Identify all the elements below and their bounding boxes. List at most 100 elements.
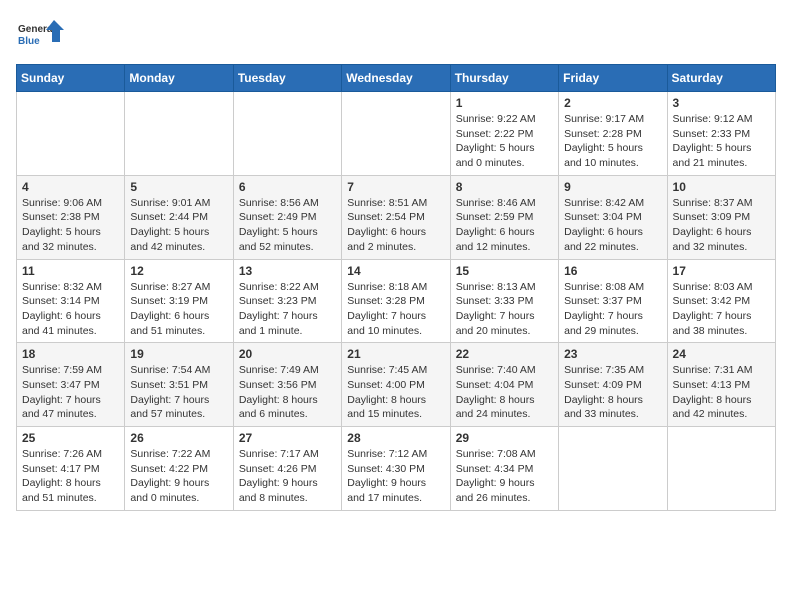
- calendar-cell: 9 Sunrise: 8:42 AMSunset: 3:04 PMDaylight…: [559, 175, 667, 259]
- svg-text:Blue: Blue: [18, 36, 40, 47]
- day-info: Sunrise: 8:08 AMSunset: 3:37 PMDaylight:…: [564, 280, 661, 339]
- day-number: 21: [347, 347, 444, 361]
- day-number: 28: [347, 431, 444, 445]
- calendar-cell: 11Sunrise: 8:32 AMSunset: 3:14 PMDayligh…: [17, 259, 125, 343]
- calendar-cell: [125, 92, 233, 176]
- week-row-1: 1 Sunrise: 9:22 AMSunset: 2:22 PMDaylight…: [17, 92, 776, 176]
- calendar-cell: 22 Sunrise: 7:40 AMSunset: 4:04 PMDayligh…: [450, 343, 558, 427]
- calendar-cell: 27 Sunrise: 7:17 AMSunset: 4:26 PMDayligh…: [233, 427, 341, 511]
- day-info: Sunrise: 9:06 AMSunset: 2:38 PMDaylight:…: [22, 196, 119, 255]
- calendar: SundayMondayTuesdayWednesdayThursdayFrid…: [16, 64, 776, 511]
- calendar-cell: 6Sunrise: 8:56 AMSunset: 2:49 PMDaylight…: [233, 175, 341, 259]
- col-thursday: Thursday: [450, 65, 558, 92]
- day-info: Sunrise: 7:08 AMSunset: 4:34 PMDaylight:…: [456, 447, 553, 506]
- day-number: 19: [130, 347, 227, 361]
- day-number: 25: [22, 431, 119, 445]
- logo-svg: General Blue: [16, 16, 66, 56]
- calendar-cell: 5 Sunrise: 9:01 AMSunset: 2:44 PMDaylight…: [125, 175, 233, 259]
- week-row-2: 4 Sunrise: 9:06 AMSunset: 2:38 PMDaylight…: [17, 175, 776, 259]
- calendar-cell: 8 Sunrise: 8:46 AMSunset: 2:59 PMDaylight…: [450, 175, 558, 259]
- day-info: Sunrise: 7:35 AMSunset: 4:09 PMDaylight:…: [564, 363, 661, 422]
- day-number: 26: [130, 431, 227, 445]
- calendar-cell: 7 Sunrise: 8:51 AMSunset: 2:54 PMDaylight…: [342, 175, 450, 259]
- day-number: 3: [673, 96, 770, 110]
- day-number: 6: [239, 180, 336, 194]
- calendar-cell: [559, 427, 667, 511]
- day-info: Sunrise: 7:22 AMSunset: 4:22 PMDaylight:…: [130, 447, 227, 506]
- day-number: 5: [130, 180, 227, 194]
- day-info: Sunrise: 7:12 AMSunset: 4:30 PMDaylight:…: [347, 447, 444, 506]
- calendar-cell: [667, 427, 775, 511]
- day-info: Sunrise: 8:18 AMSunset: 3:28 PMDaylight:…: [347, 280, 444, 339]
- day-number: 18: [22, 347, 119, 361]
- week-row-5: 25Sunrise: 7:26 AMSunset: 4:17 PMDayligh…: [17, 427, 776, 511]
- calendar-cell: [233, 92, 341, 176]
- calendar-cell: 23 Sunrise: 7:35 AMSunset: 4:09 PMDayligh…: [559, 343, 667, 427]
- col-tuesday: Tuesday: [233, 65, 341, 92]
- day-info: Sunrise: 7:59 AMSunset: 3:47 PMDaylight:…: [22, 363, 119, 422]
- calendar-cell: 15 Sunrise: 8:13 AMSunset: 3:33 PMDayligh…: [450, 259, 558, 343]
- calendar-cell: 25Sunrise: 7:26 AMSunset: 4:17 PMDayligh…: [17, 427, 125, 511]
- day-number: 23: [564, 347, 661, 361]
- day-number: 9: [564, 180, 661, 194]
- calendar-cell: 3 Sunrise: 9:12 AMSunset: 2:33 PMDaylight…: [667, 92, 775, 176]
- week-row-3: 11Sunrise: 8:32 AMSunset: 3:14 PMDayligh…: [17, 259, 776, 343]
- col-saturday: Saturday: [667, 65, 775, 92]
- day-info: Sunrise: 9:12 AMSunset: 2:33 PMDaylight:…: [673, 112, 770, 171]
- day-number: 29: [456, 431, 553, 445]
- calendar-cell: 24Sunrise: 7:31 AMSunset: 4:13 PMDayligh…: [667, 343, 775, 427]
- col-monday: Monday: [125, 65, 233, 92]
- calendar-cell: 2Sunrise: 9:17 AMSunset: 2:28 PMDaylight…: [559, 92, 667, 176]
- day-info: Sunrise: 8:03 AMSunset: 3:42 PMDaylight:…: [673, 280, 770, 339]
- logo: General Blue: [16, 16, 66, 56]
- day-info: Sunrise: 8:51 AMSunset: 2:54 PMDaylight:…: [347, 196, 444, 255]
- calendar-cell: 18 Sunrise: 7:59 AMSunset: 3:47 PMDayligh…: [17, 343, 125, 427]
- header: General Blue: [16, 16, 776, 56]
- calendar-cell: 12Sunrise: 8:27 AMSunset: 3:19 PMDayligh…: [125, 259, 233, 343]
- day-info: Sunrise: 9:01 AMSunset: 2:44 PMDaylight:…: [130, 196, 227, 255]
- day-info: Sunrise: 8:32 AMSunset: 3:14 PMDaylight:…: [22, 280, 119, 339]
- day-info: Sunrise: 8:13 AMSunset: 3:33 PMDaylight:…: [456, 280, 553, 339]
- day-info: Sunrise: 8:46 AMSunset: 2:59 PMDaylight:…: [456, 196, 553, 255]
- day-number: 16: [564, 264, 661, 278]
- day-number: 4: [22, 180, 119, 194]
- calendar-cell: 14Sunrise: 8:18 AMSunset: 3:28 PMDayligh…: [342, 259, 450, 343]
- day-info: Sunrise: 8:37 AMSunset: 3:09 PMDaylight:…: [673, 196, 770, 255]
- day-number: 27: [239, 431, 336, 445]
- day-info: Sunrise: 7:40 AMSunset: 4:04 PMDaylight:…: [456, 363, 553, 422]
- day-number: 24: [673, 347, 770, 361]
- day-number: 15: [456, 264, 553, 278]
- calendar-cell: [17, 92, 125, 176]
- day-number: 17: [673, 264, 770, 278]
- day-number: 13: [239, 264, 336, 278]
- day-info: Sunrise: 8:42 AMSunset: 3:04 PMDaylight:…: [564, 196, 661, 255]
- calendar-cell: 20Sunrise: 7:49 AMSunset: 3:56 PMDayligh…: [233, 343, 341, 427]
- calendar-cell: 13 Sunrise: 8:22 AMSunset: 3:23 PMDayligh…: [233, 259, 341, 343]
- day-info: Sunrise: 8:27 AMSunset: 3:19 PMDaylight:…: [130, 280, 227, 339]
- calendar-cell: 10 Sunrise: 8:37 AMSunset: 3:09 PMDayligh…: [667, 175, 775, 259]
- day-info: Sunrise: 7:17 AMSunset: 4:26 PMDaylight:…: [239, 447, 336, 506]
- col-friday: Friday: [559, 65, 667, 92]
- calendar-cell: [342, 92, 450, 176]
- day-info: Sunrise: 8:22 AMSunset: 3:23 PMDaylight:…: [239, 280, 336, 339]
- day-number: 1: [456, 96, 553, 110]
- calendar-cell: 21 Sunrise: 7:45 AMSunset: 4:00 PMDayligh…: [342, 343, 450, 427]
- day-info: Sunrise: 7:49 AMSunset: 3:56 PMDaylight:…: [239, 363, 336, 422]
- calendar-cell: 29 Sunrise: 7:08 AMSunset: 4:34 PMDayligh…: [450, 427, 558, 511]
- calendar-cell: 16 Sunrise: 8:08 AMSunset: 3:37 PMDayligh…: [559, 259, 667, 343]
- calendar-cell: 4 Sunrise: 9:06 AMSunset: 2:38 PMDaylight…: [17, 175, 125, 259]
- day-number: 22: [456, 347, 553, 361]
- day-number: 8: [456, 180, 553, 194]
- day-info: Sunrise: 9:22 AMSunset: 2:22 PMDaylight:…: [456, 112, 553, 171]
- calendar-cell: 19 Sunrise: 7:54 AMSunset: 3:51 PMDayligh…: [125, 343, 233, 427]
- day-number: 10: [673, 180, 770, 194]
- calendar-cell: 1 Sunrise: 9:22 AMSunset: 2:22 PMDaylight…: [450, 92, 558, 176]
- calendar-cell: 28 Sunrise: 7:12 AMSunset: 4:30 PMDayligh…: [342, 427, 450, 511]
- day-number: 7: [347, 180, 444, 194]
- day-info: Sunrise: 7:45 AMSunset: 4:00 PMDaylight:…: [347, 363, 444, 422]
- week-row-4: 18 Sunrise: 7:59 AMSunset: 3:47 PMDayligh…: [17, 343, 776, 427]
- day-info: Sunrise: 7:54 AMSunset: 3:51 PMDaylight:…: [130, 363, 227, 422]
- col-sunday: Sunday: [17, 65, 125, 92]
- calendar-cell: 17 Sunrise: 8:03 AMSunset: 3:42 PMDayligh…: [667, 259, 775, 343]
- calendar-cell: 26 Sunrise: 7:22 AMSunset: 4:22 PMDayligh…: [125, 427, 233, 511]
